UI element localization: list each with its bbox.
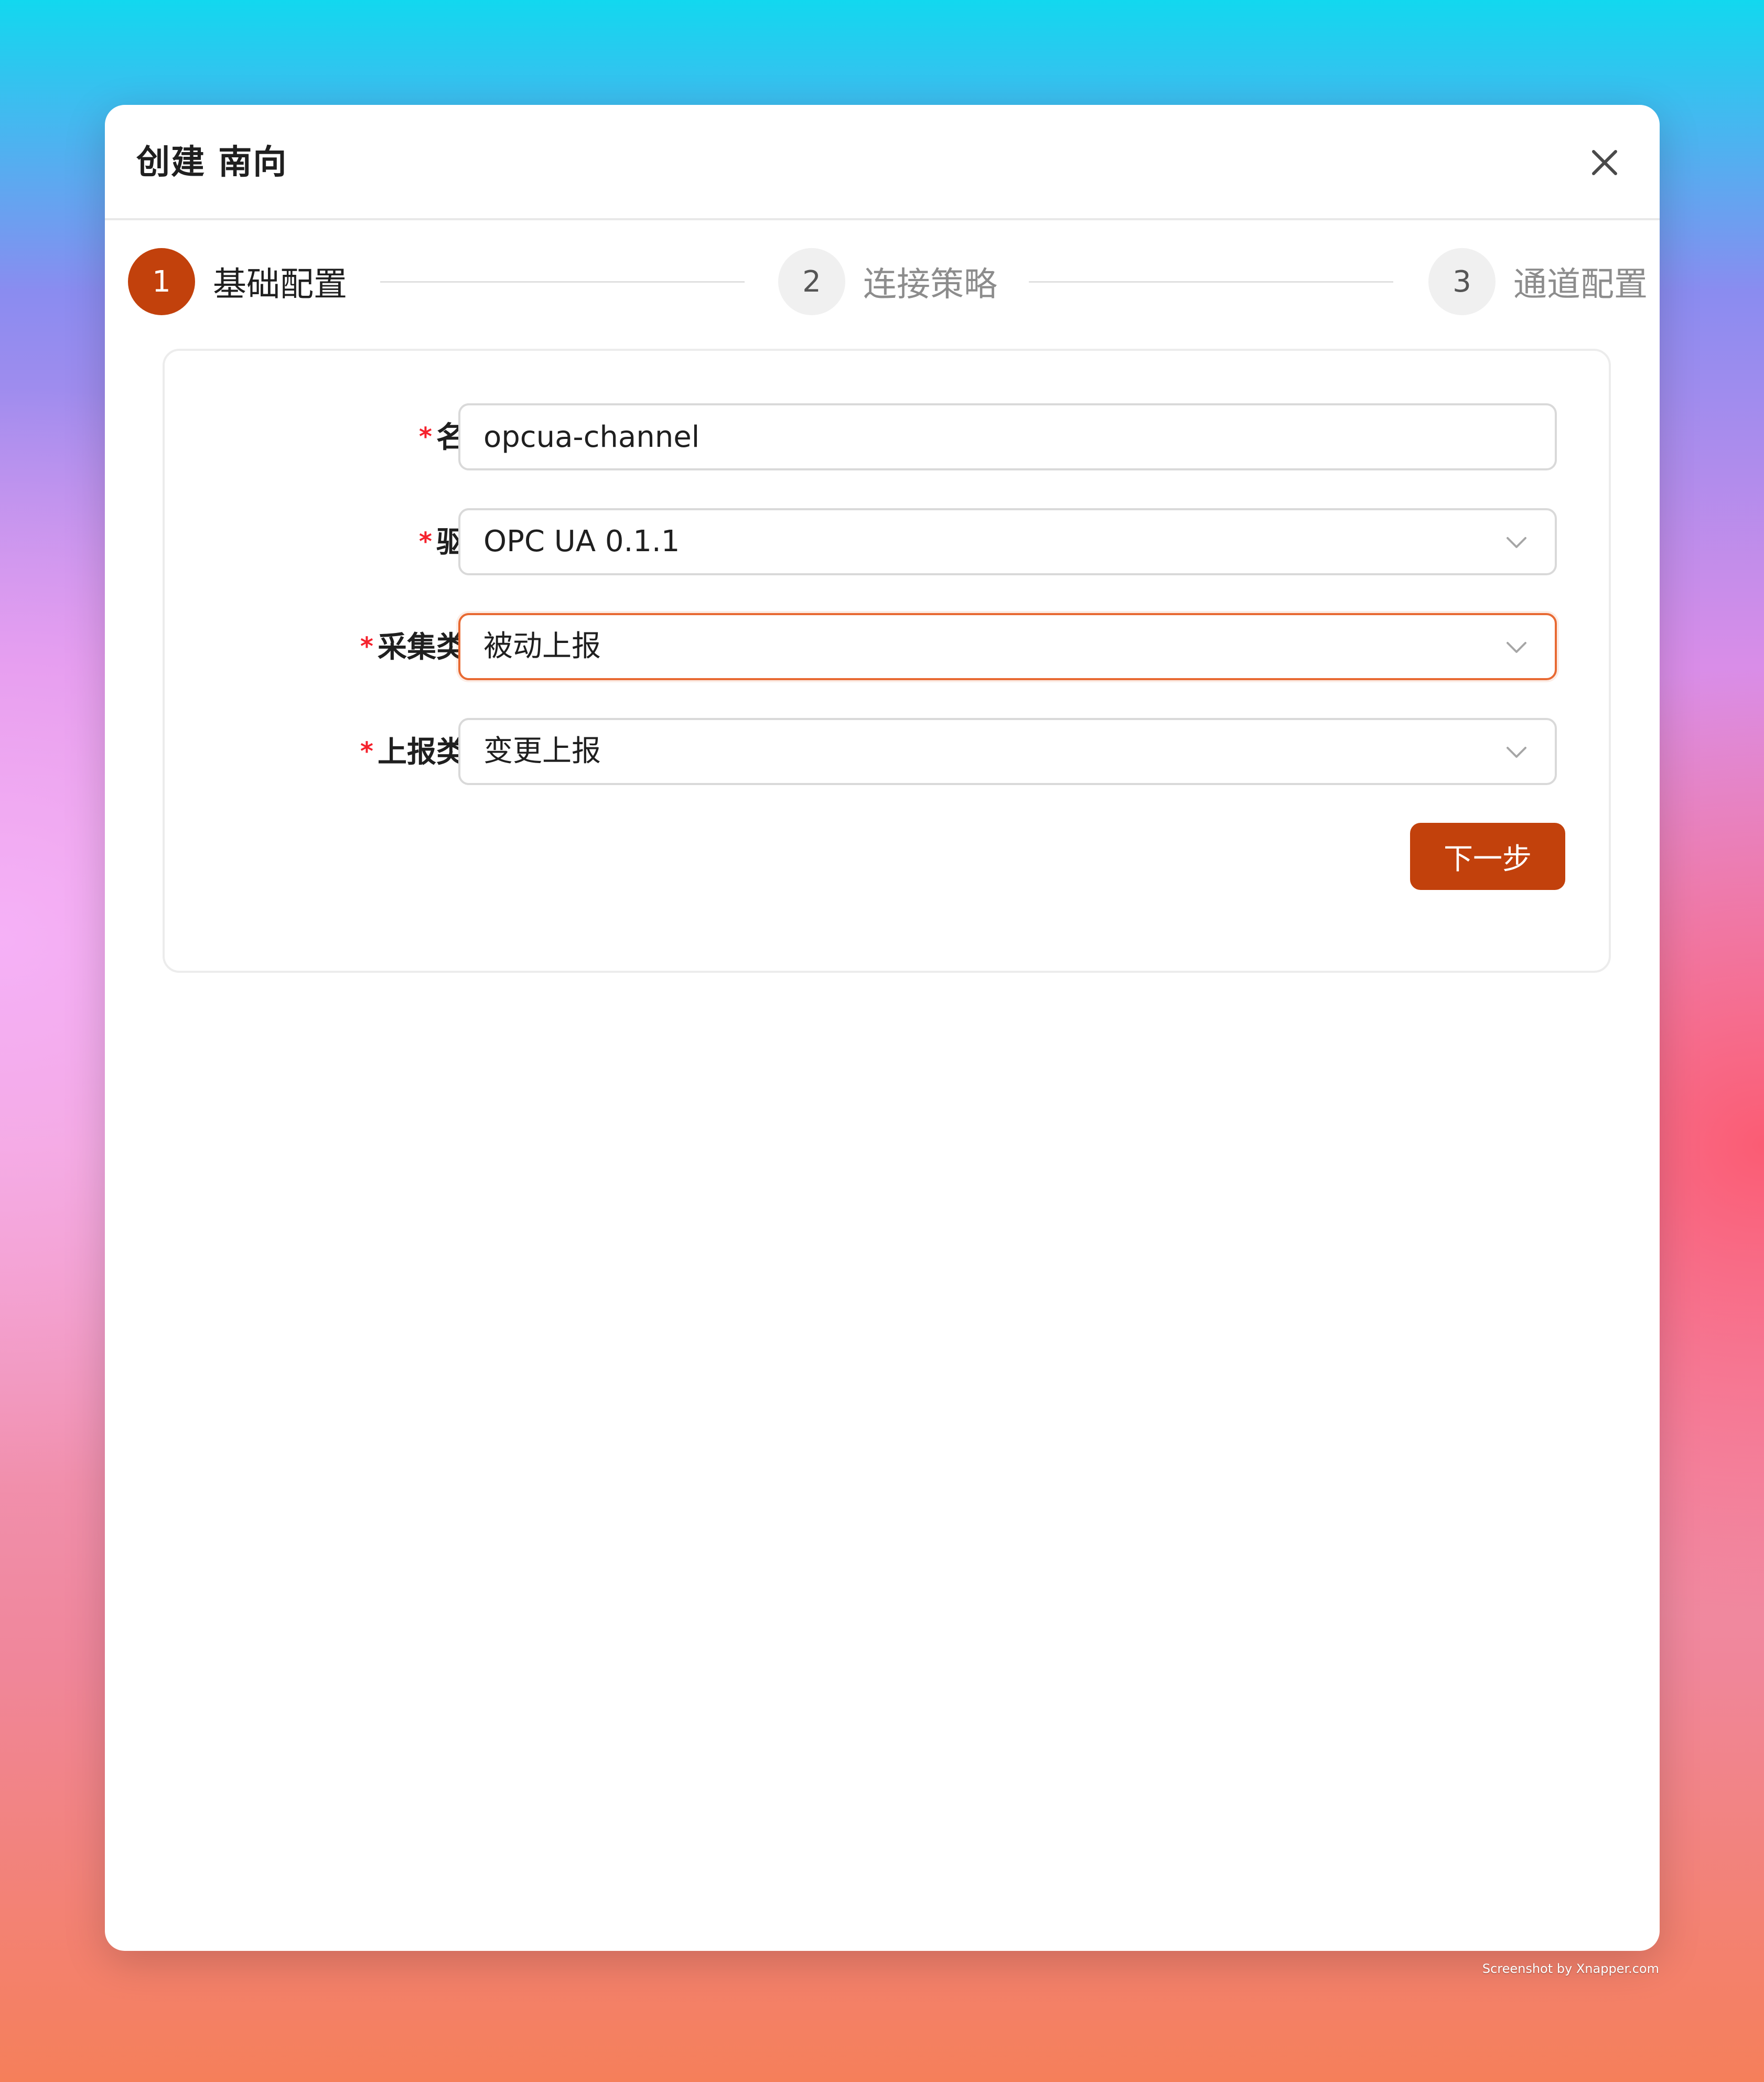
steps-indicator: 1 基础配置 2 连接策略 3 通道配置 <box>128 248 1648 316</box>
step-basic-config[interactable]: 1 基础配置 <box>128 248 347 316</box>
dialog-header: 创建 南向 <box>105 105 1660 220</box>
step-connector <box>380 281 745 283</box>
close-button[interactable] <box>1581 139 1628 186</box>
dialog-title: 创建 南向 <box>136 143 288 182</box>
next-step-button[interactable]: 下一步 <box>1410 823 1565 890</box>
form-row-driver: *驱动 OPC UA 0.1.1 <box>165 508 1609 575</box>
required-mark: * <box>418 422 432 452</box>
name-input-wrapper[interactable] <box>458 403 1557 470</box>
chevron-down-icon <box>1504 635 1529 659</box>
collection-type-select-value: 被动上报 <box>483 629 601 663</box>
basic-config-form: *名称 *驱动 OPC UA 0.1.1 *采集类型 被动上报 <box>163 349 1611 973</box>
chevron-down-icon <box>1504 740 1529 764</box>
form-row-report-type: * 上报类型 变更上报 <box>165 718 1609 785</box>
step-connector <box>1029 281 1393 283</box>
watermark: Screenshot by Xnapper.com <box>1482 1961 1659 1976</box>
collection-type-select[interactable]: 被动上报 <box>458 613 1557 680</box>
step-number: 3 <box>1428 248 1496 315</box>
report-type-select[interactable]: 变更上报 <box>458 718 1557 785</box>
required-mark: * <box>360 632 373 661</box>
driver-select[interactable]: OPC UA 0.1.1 <box>458 508 1557 575</box>
step-label: 基础配置 <box>213 265 347 304</box>
required-mark: * <box>418 527 432 556</box>
required-mark: * <box>360 737 373 766</box>
report-type-select-value: 变更上报 <box>483 734 601 768</box>
create-southbound-dialog: 创建 南向 1 基础配置 2 连接策略 3 通道配置 *名称 <box>105 105 1660 1951</box>
name-input[interactable] <box>483 405 1522 468</box>
chevron-down-icon <box>1504 530 1529 554</box>
form-row-name: *名称 <box>165 403 1609 470</box>
step-connection-strategy[interactable]: 2 连接策略 <box>778 248 997 316</box>
step-number: 2 <box>778 248 845 315</box>
step-number: 1 <box>128 248 195 315</box>
step-label: 通道配置 <box>1513 265 1648 304</box>
driver-select-value: OPC UA 0.1.1 <box>483 524 680 559</box>
step-channel-config[interactable]: 3 通道配置 <box>1428 248 1648 316</box>
form-row-collection-type: * 采集类型 被动上报 <box>165 613 1609 680</box>
step-label: 连接策略 <box>863 265 997 304</box>
close-icon <box>1592 150 1617 175</box>
